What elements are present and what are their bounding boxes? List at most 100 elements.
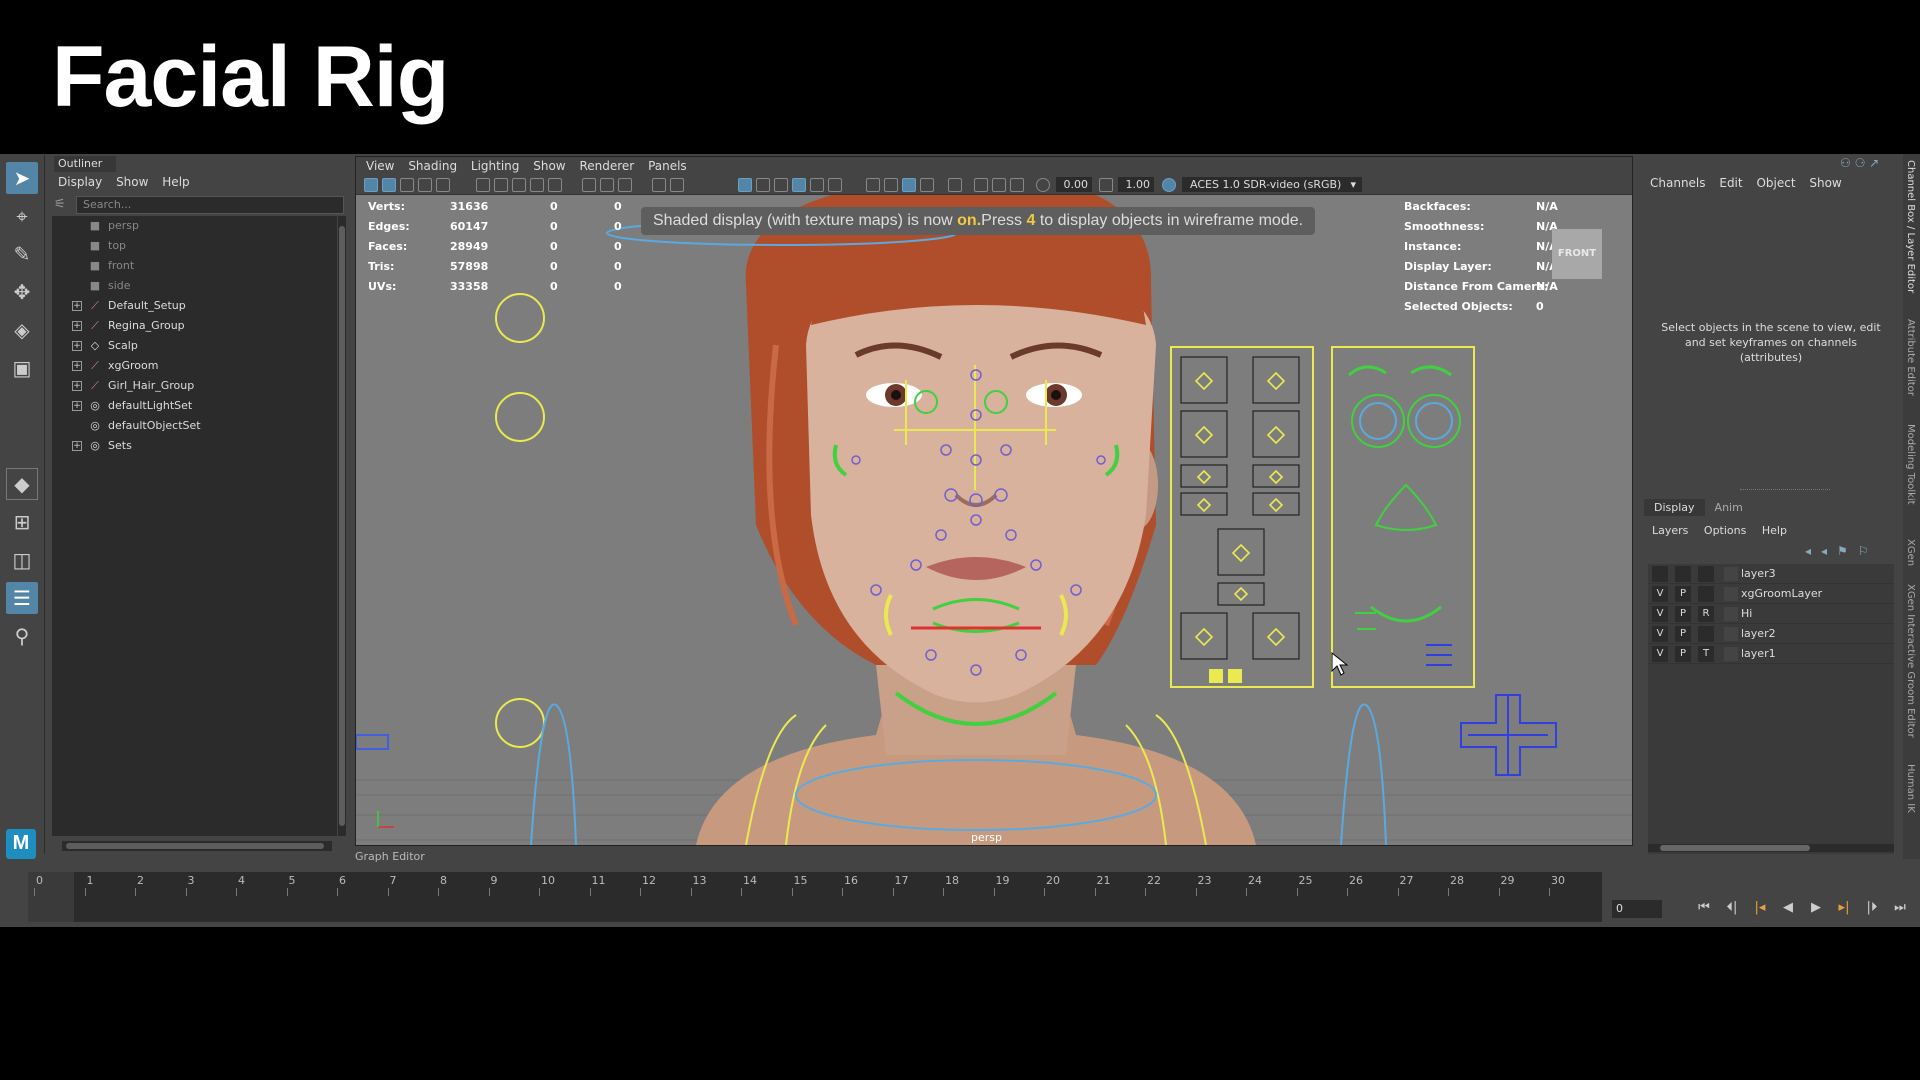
four-view-layout-icon[interactable]: ⊞ bbox=[6, 506, 38, 538]
channel-box-menu-edit[interactable]: Edit bbox=[1719, 176, 1742, 190]
camera-attributes-icon[interactable] bbox=[382, 178, 396, 192]
expand-icon[interactable]: + bbox=[72, 321, 82, 331]
select-tool-icon[interactable]: ➤ bbox=[6, 162, 38, 194]
layer-row[interactable]: V P R Hi bbox=[1648, 604, 1894, 624]
layer-menu-layers[interactable]: Layers bbox=[1652, 524, 1688, 537]
screen-space-ao-icon[interactable] bbox=[866, 178, 880, 192]
rotate-tool-icon[interactable]: ◈ bbox=[6, 314, 38, 346]
panel-divider[interactable] bbox=[1740, 489, 1830, 490]
outliner-item-defaultlightset[interactable]: + ◎ defaultLightSet bbox=[52, 396, 337, 416]
layer-row[interactable]: layer3 bbox=[1648, 564, 1894, 584]
safe-title-icon[interactable] bbox=[618, 178, 632, 192]
search-icon[interactable]: ⚲ bbox=[6, 620, 38, 652]
play-forwards-icon[interactable]: ▶ bbox=[1802, 900, 1830, 915]
outliner-item-front[interactable]: ■ front bbox=[52, 256, 337, 276]
step-back-frame-icon[interactable]: ⏴| bbox=[1718, 900, 1746, 915]
side-tab-channel-box[interactable]: Channel Box / Layer Editor bbox=[1905, 160, 1916, 293]
smooth-shade-icon[interactable] bbox=[738, 178, 752, 192]
side-tab-xgen[interactable]: XGen bbox=[1905, 539, 1916, 566]
expand-icon[interactable]: + bbox=[72, 341, 82, 351]
gamma-field[interactable]: 1.00 bbox=[1118, 177, 1154, 192]
layer-row[interactable]: V PxgGroomLayer bbox=[1648, 584, 1894, 604]
expand-icon[interactable]: + bbox=[72, 361, 82, 371]
image-plane-icon[interactable] bbox=[418, 178, 432, 192]
single-perspective-layout-icon[interactable]: ◆ bbox=[6, 468, 38, 500]
channel-box-menu-object[interactable]: Object bbox=[1756, 176, 1795, 190]
rig-ui-panel-right[interactable] bbox=[1331, 346, 1475, 688]
time-slider[interactable]: 0 1 2 3 4 5 6 7 8 9 10 11 12 13 14 15 16 17 18 19 20 21 22 23 24… bbox=[0, 870, 1920, 927]
tab-display[interactable]: Display bbox=[1644, 499, 1705, 516]
layer-row[interactable]: V Player2 bbox=[1648, 624, 1894, 644]
color-management-icon[interactable] bbox=[1162, 178, 1176, 192]
layer-display-type-toggle[interactable]: T bbox=[1698, 646, 1714, 662]
shadows-icon[interactable] bbox=[828, 178, 842, 192]
viewport-menu-show[interactable]: Show bbox=[533, 157, 565, 175]
channel-box-menu-show[interactable]: Show bbox=[1809, 176, 1841, 190]
lasso-tool-icon[interactable]: ⌖ bbox=[6, 200, 38, 232]
layer-visibility-toggle[interactable]: V bbox=[1652, 626, 1668, 642]
step-forward-frame-icon[interactable]: |⏵ bbox=[1858, 900, 1886, 915]
viewport-menu-renderer[interactable]: Renderer bbox=[579, 157, 634, 175]
anti-aliasing-icon[interactable] bbox=[902, 178, 916, 192]
expand-icon[interactable]: + bbox=[72, 401, 82, 411]
outliner-search-input[interactable]: Search... bbox=[76, 196, 344, 214]
graph-editor-tab[interactable]: Graph Editor bbox=[355, 850, 425, 863]
viewport-scene[interactable]: Verts: 31636 0 0 Edges: 60147 0 0 Faces: 28949 0… bbox=[356, 195, 1632, 845]
layer-visibility-toggle[interactable]: V bbox=[1652, 606, 1668, 622]
layer-color-swatch[interactable] bbox=[1724, 607, 1738, 621]
time-slider-track[interactable]: 0 1 2 3 4 5 6 7 8 9 10 11 12 13 14 15 16 17 18 19 20 21 22 23 24… bbox=[28, 872, 1602, 922]
layer-display-type-toggle[interactable] bbox=[1698, 566, 1714, 582]
layer-visibility-toggle[interactable]: V bbox=[1652, 646, 1668, 662]
layer-playback-toggle[interactable]: P bbox=[1675, 646, 1691, 662]
resolution-gate-icon[interactable] bbox=[530, 178, 544, 192]
gamma-icon[interactable] bbox=[1099, 178, 1113, 192]
layer-display-type-toggle[interactable] bbox=[1698, 626, 1714, 642]
bookmark-icon[interactable] bbox=[400, 178, 414, 192]
layer-playback-toggle[interactable]: P bbox=[1675, 606, 1691, 622]
two-view-layout-icon[interactable]: ◫ bbox=[6, 544, 38, 576]
isolate-select-icon[interactable] bbox=[670, 178, 684, 192]
outliner-menu-display[interactable]: Display bbox=[58, 172, 102, 192]
outliner-menu-show[interactable]: Show bbox=[116, 172, 148, 192]
film-gate-icon[interactable] bbox=[512, 178, 526, 192]
outliner-item-persp[interactable]: ■ persp bbox=[52, 216, 337, 236]
control-circle-1[interactable] bbox=[495, 293, 545, 343]
layer-display-type-toggle[interactable] bbox=[1698, 586, 1714, 602]
exposure-field[interactable]: 0.00 bbox=[1056, 177, 1092, 192]
expand-icon[interactable]: + bbox=[72, 301, 82, 311]
control-circle-2[interactable] bbox=[495, 392, 545, 442]
outliner-item-side[interactable]: ■ side bbox=[52, 276, 337, 296]
viewport-menu-shading[interactable]: Shading bbox=[408, 157, 457, 175]
viewport-menu-view[interactable]: View bbox=[366, 157, 394, 175]
textured-icon[interactable] bbox=[792, 178, 806, 192]
step-forward-key-icon[interactable]: ▸| bbox=[1830, 900, 1858, 915]
scale-tool-icon[interactable]: ▣ bbox=[6, 352, 38, 384]
channel-box-menu-channels[interactable]: Channels bbox=[1650, 176, 1706, 190]
global-plus-control[interactable] bbox=[1460, 694, 1557, 776]
wireframe-icon[interactable] bbox=[652, 178, 666, 192]
side-tab-xgen-groom-editor[interactable]: XGen Interactive Groom Editor bbox=[1905, 584, 1916, 738]
outliner-menu-help[interactable]: Help bbox=[162, 172, 189, 192]
camera-gate-icon[interactable] bbox=[1010, 178, 1024, 192]
outliner-item-xggroom[interactable]: + ⟋ xgGroom bbox=[52, 356, 337, 376]
outliner-layout-icon[interactable]: ☰ bbox=[6, 582, 38, 614]
layer-color-swatch[interactable] bbox=[1724, 587, 1738, 601]
xray-joints-icon[interactable] bbox=[974, 178, 988, 192]
move-tool-icon[interactable]: ✥ bbox=[6, 276, 38, 308]
motion-blur-icon[interactable] bbox=[884, 178, 898, 192]
side-tab-modeling-toolkit[interactable]: Modeling Toolkit bbox=[1905, 424, 1916, 505]
xray-icon[interactable] bbox=[774, 178, 788, 192]
view-cube[interactable]: FRONT bbox=[1552, 229, 1602, 279]
grease-pencil-icon[interactable] bbox=[476, 178, 490, 192]
depth-of-field-icon[interactable] bbox=[920, 178, 934, 192]
layer-playback-toggle[interactable]: P bbox=[1675, 626, 1691, 642]
field-chart-icon[interactable] bbox=[582, 178, 596, 192]
two-d-pan-icon[interactable] bbox=[436, 178, 450, 192]
channel-box-toolbar-icons[interactable]: ⚇ ⚆ ↗ bbox=[1840, 156, 1879, 170]
go-to-end-icon[interactable]: ⏭ bbox=[1886, 900, 1914, 915]
colorspace-dropdown[interactable]: ACES 1.0 SDR-video (sRGB) ▾ bbox=[1182, 177, 1362, 192]
layer-menu-options[interactable]: Options bbox=[1704, 524, 1746, 537]
wireframe-on-shaded-icon[interactable] bbox=[756, 178, 770, 192]
layer-toolbar-icons[interactable]: ◂◂⚑⚐ bbox=[1805, 544, 1879, 558]
expand-icon[interactable]: + bbox=[72, 441, 82, 451]
